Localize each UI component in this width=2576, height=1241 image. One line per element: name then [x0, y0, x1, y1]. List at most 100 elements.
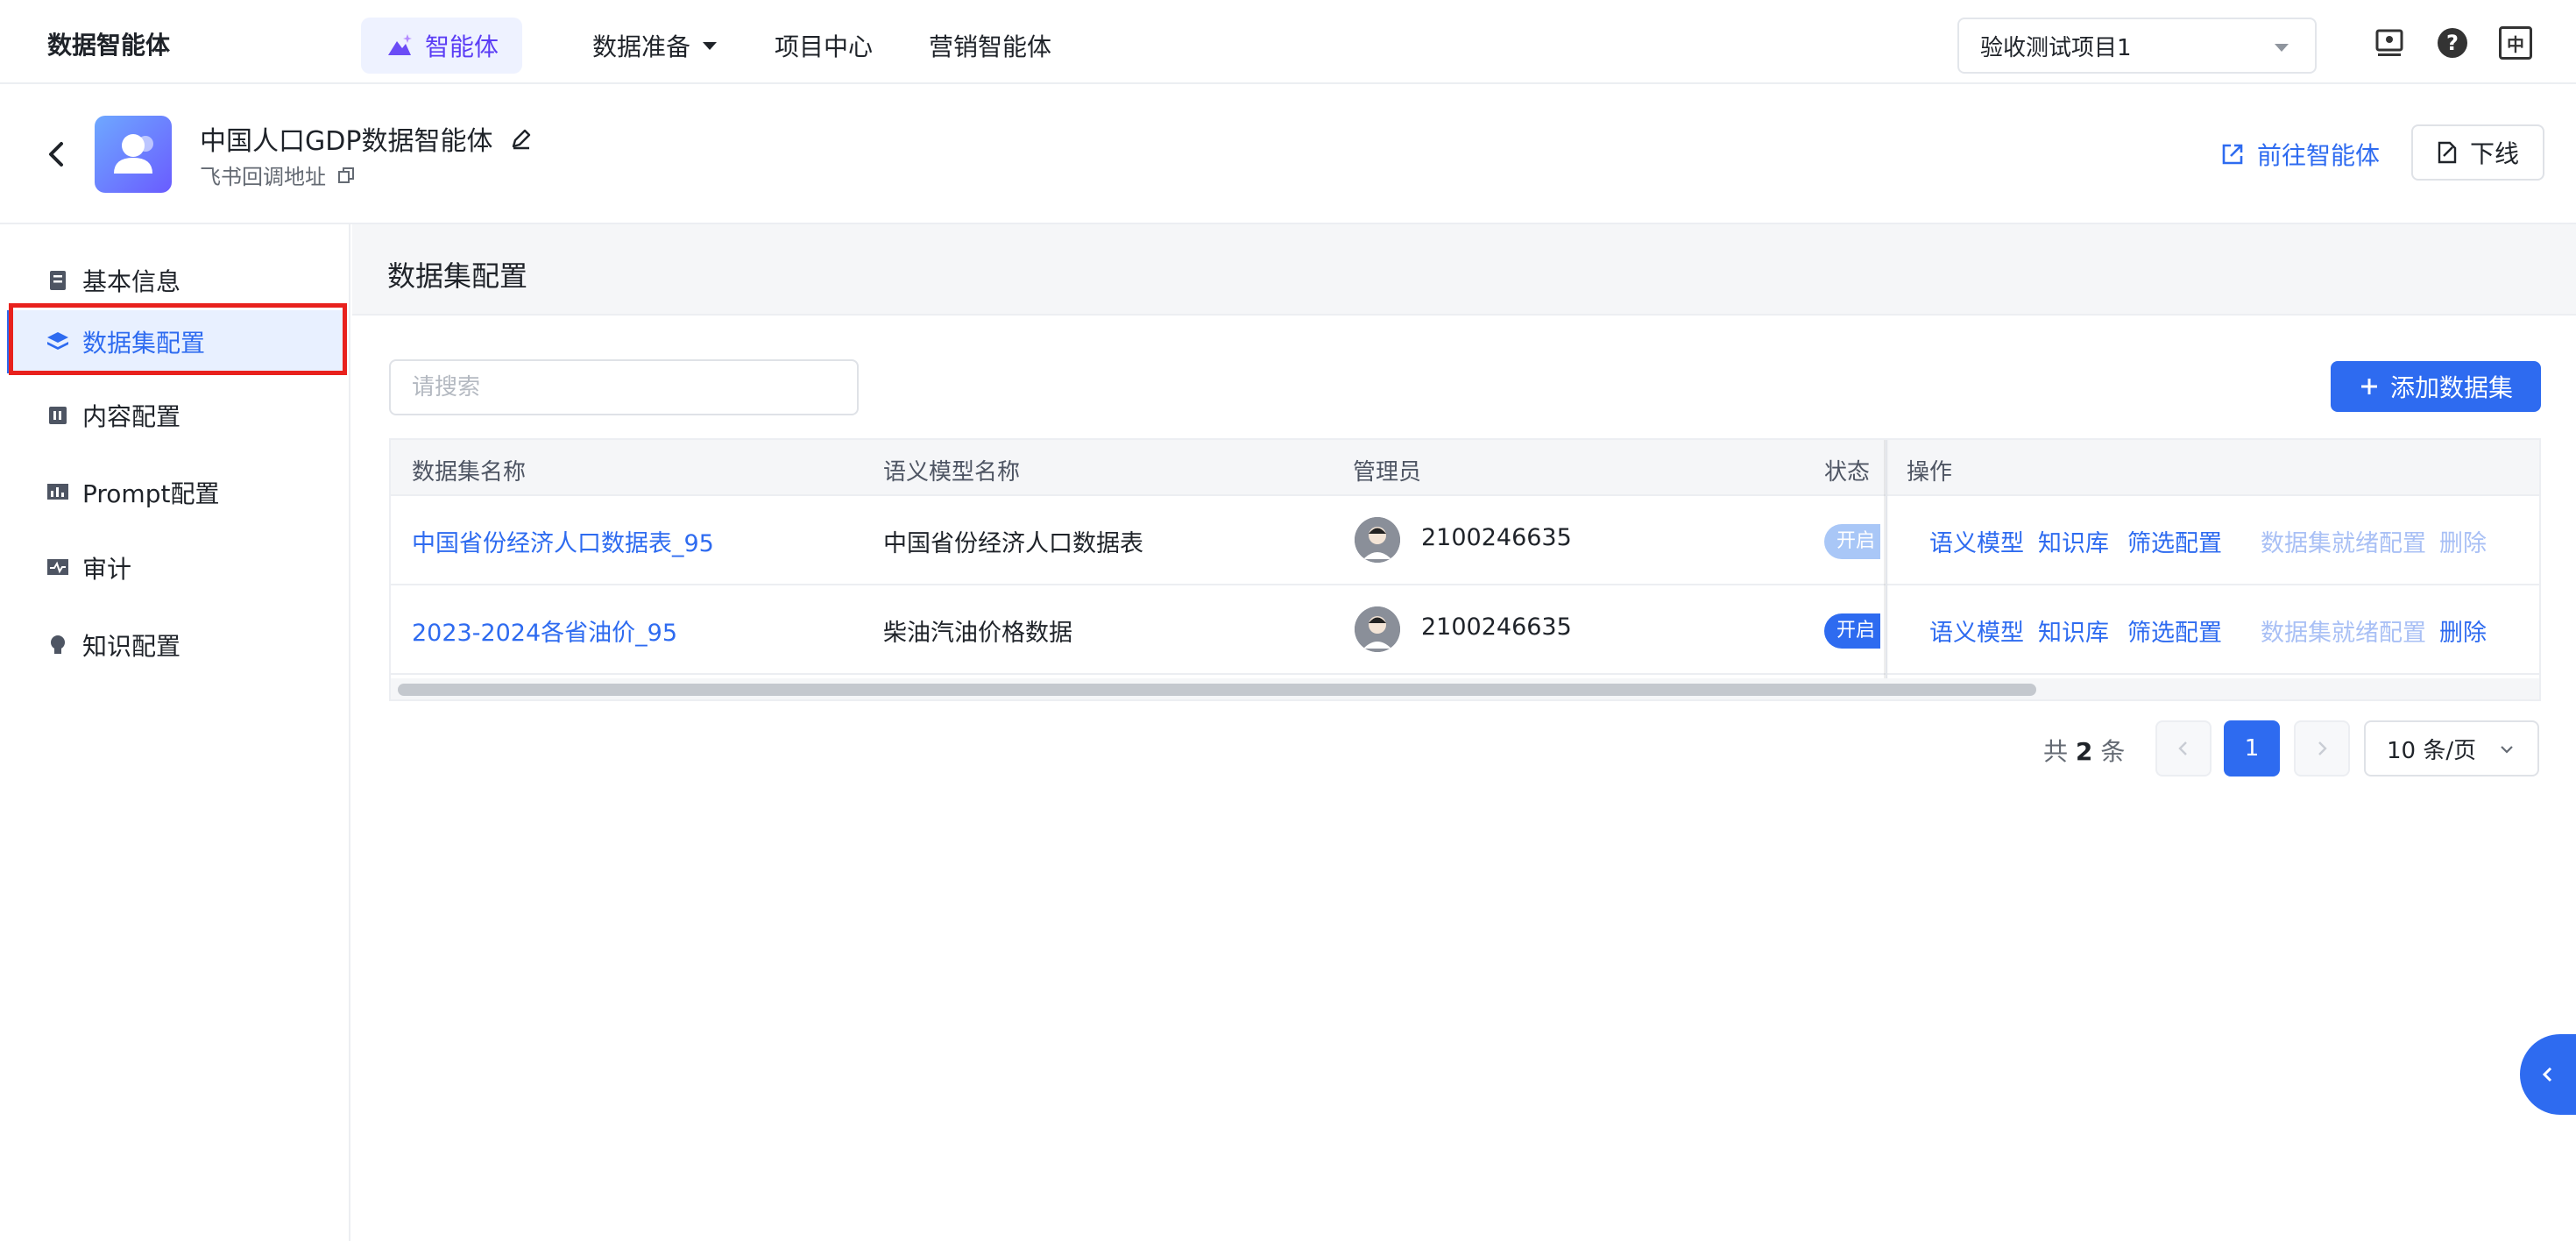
content-icon [49, 407, 67, 424]
sidebar-item-basic-info[interactable]: 基本信息 [7, 249, 345, 312]
dataset-table: 数据集名称 语义模型名称 管理员 状态 操作 中国省份经济人口数据表_95 中国… [389, 438, 2541, 701]
layers-icon [47, 332, 68, 350]
total-suffix: 条 [2100, 737, 2126, 766]
sidebar-item-label: Prompt配置 [82, 479, 220, 508]
admin-avatar [1355, 517, 1400, 563]
knowledge-base-action[interactable]: 知识库 [2038, 524, 2109, 558]
total-prefix: 共 [2043, 737, 2069, 766]
page-size-value: 10 条/页 [2387, 737, 2477, 764]
admin-avatar [1355, 606, 1400, 652]
admin-id: 2100246635 [1421, 613, 1572, 641]
row-operations: 语义模型 知识库 筛选配置 数据集就绪配置 删除 [1887, 585, 2541, 675]
offline-button[interactable]: 下线 [2411, 124, 2544, 181]
filter-config-action[interactable]: 筛选配置 [2127, 524, 2222, 558]
goto-agent-link[interactable]: 前往智能体 [2220, 137, 2380, 172]
chevron-right-icon [2318, 741, 2327, 755]
add-dataset-button[interactable]: 添加数据集 [2331, 361, 2541, 412]
delete-action[interactable]: 删除 [2439, 524, 2487, 558]
agent-name: 中国人口GDP数据智能体 [200, 126, 493, 157]
column-header: 管理员 [1353, 459, 1422, 486]
project-select[interactable]: 验收测试项目1 [1957, 18, 2317, 74]
sidebar-item-label: 审计 [82, 555, 132, 584]
user-avatar-icon [1355, 606, 1400, 652]
total-count: 2 [2075, 737, 2093, 766]
delete-action[interactable]: 删除 [2439, 613, 2487, 648]
semantic-model-name: 柴油汽油价格数据 [883, 620, 1072, 647]
filter-config-action[interactable]: 筛选配置 [2127, 613, 2222, 648]
sidebar-item-knowledge-config[interactable]: 知识配置 [7, 613, 345, 677]
audit-icon [47, 559, 68, 575]
semantic-model-action[interactable]: 语义模型 [1929, 524, 2024, 558]
sidebar-item-label: 内容配置 [82, 402, 181, 431]
add-dataset-label: 添加数据集 [2389, 373, 2513, 402]
pagination-total: 共 2 条 [2043, 733, 2125, 768]
external-link-icon [2222, 144, 2243, 165]
chevron-left-icon [2542, 1067, 2552, 1082]
nav-data-prep-label: 数据准备 [592, 32, 691, 61]
sidebar-item-label: 基本信息 [82, 267, 181, 296]
chevron-left-icon [2178, 741, 2187, 755]
prev-page-button[interactable] [2155, 720, 2212, 777]
admin-id: 2100246635 [1421, 524, 1572, 551]
semantic-model-action[interactable]: 语义模型 [1929, 613, 2024, 648]
status-badge: 开启 [1824, 613, 1880, 649]
nav-marketing-agent[interactable]: 营销智能体 [929, 28, 1051, 63]
language-icon[interactable]: 中 [2499, 26, 2532, 60]
monitor-icon[interactable] [2373, 26, 2406, 60]
search-input[interactable] [389, 359, 859, 415]
status-badge: 开启 [1824, 524, 1880, 559]
page-button-current[interactable]: 1 [2224, 720, 2280, 777]
goto-agent-label: 前往智能体 [2257, 141, 2381, 170]
user-avatar-icon [1355, 517, 1400, 563]
nav-data-prep[interactable]: 数据准备 [592, 28, 718, 63]
callback-address-label: 飞书回调地址 [200, 165, 326, 189]
sidebar-item-audit[interactable]: 审计 [7, 536, 345, 599]
caret-down-icon [703, 41, 718, 50]
section-header: 数据集配置 [352, 224, 2576, 316]
column-header: 状态 [1824, 459, 1871, 486]
knowledge-base-action[interactable]: 知识库 [2038, 613, 2109, 648]
nav-project-center-label: 项目中心 [775, 32, 874, 61]
caret-down-icon [2275, 44, 2289, 52]
help-icon[interactable]: ? [2436, 26, 2469, 60]
dataset-ready-config-action[interactable]: 数据集就绪配置 [2261, 613, 2426, 648]
operations-column: 语义模型 知识库 筛选配置 数据集就绪配置 删除 语义模型 知识库 筛选配置 数… [1886, 440, 2539, 678]
sidebar-item-dataset-config[interactable]: 数据集配置 [7, 310, 345, 373]
edit-pencil-icon[interactable] [510, 127, 533, 150]
nav-tab-agent[interactable]: 智能体 [361, 18, 522, 74]
back-arrow-icon[interactable] [46, 138, 67, 170]
column-header: 语义模型名称 [883, 459, 1021, 486]
sidebar-item-prompt-config[interactable]: Prompt配置 [7, 461, 345, 524]
copy-icon[interactable] [336, 166, 356, 185]
dataset-name-link[interactable]: 2023-2024各省油价_95 [412, 613, 677, 648]
top-navigation: 数据智能体 智能体 数据准备 项目中心 营销智能体 验收测试项目1 ? 中 [0, 0, 2576, 84]
dataset-name-link[interactable]: 中国省份经济人口数据表_95 [412, 524, 714, 558]
offline-label: 下线 [2469, 139, 2519, 168]
agent-title: 中国人口GDP数据智能体 [200, 119, 533, 158]
page-size-select[interactable]: 10 条/页 [2364, 720, 2539, 777]
chevron-down-icon [2501, 746, 2513, 754]
column-header: 数据集名称 [412, 459, 527, 486]
main-content: 数据集配置 添加数据集 数据集名称 语义模型名称 管理员 状态 操作 中国省份经… [352, 224, 2576, 1241]
agent-avatar [95, 116, 172, 193]
plus-icon [2360, 379, 2377, 394]
brand-title: 数据智能体 [47, 31, 171, 60]
horizontal-scrollbar[interactable] [391, 678, 2539, 699]
offline-doc-icon [2438, 141, 2457, 164]
semantic-model-name: 中国省份经济人口数据表 [883, 530, 1143, 557]
nav-project-center[interactable]: 项目中心 [775, 28, 873, 63]
agent-header: 中国人口GDP数据智能体 飞书回调地址 前往智能体 下线 [0, 84, 2576, 224]
nav-tab-agent-label: 智能体 [424, 32, 499, 61]
dataset-ready-config-action[interactable]: 数据集就绪配置 [2261, 524, 2426, 558]
chart-icon [47, 484, 68, 500]
scrollbar-thumb[interactable] [398, 684, 2036, 696]
user-avatar-icon [114, 134, 153, 174]
sidebar-item-content-config[interactable]: 内容配置 [7, 384, 345, 447]
bulb-icon [51, 635, 65, 654]
project-select-value: 验收测试项目1 [1980, 34, 2132, 61]
sidebar: 基本信息 数据集配置 内容配置 Prompt配置 审计 知识配置 [0, 224, 350, 1241]
next-page-button[interactable] [2294, 720, 2350, 777]
doc-icon [50, 271, 66, 290]
agent-subtitle: 飞书回调地址 [200, 160, 356, 190]
row-operations: 语义模型 知识库 筛选配置 数据集就绪配置 删除 [1887, 496, 2541, 585]
